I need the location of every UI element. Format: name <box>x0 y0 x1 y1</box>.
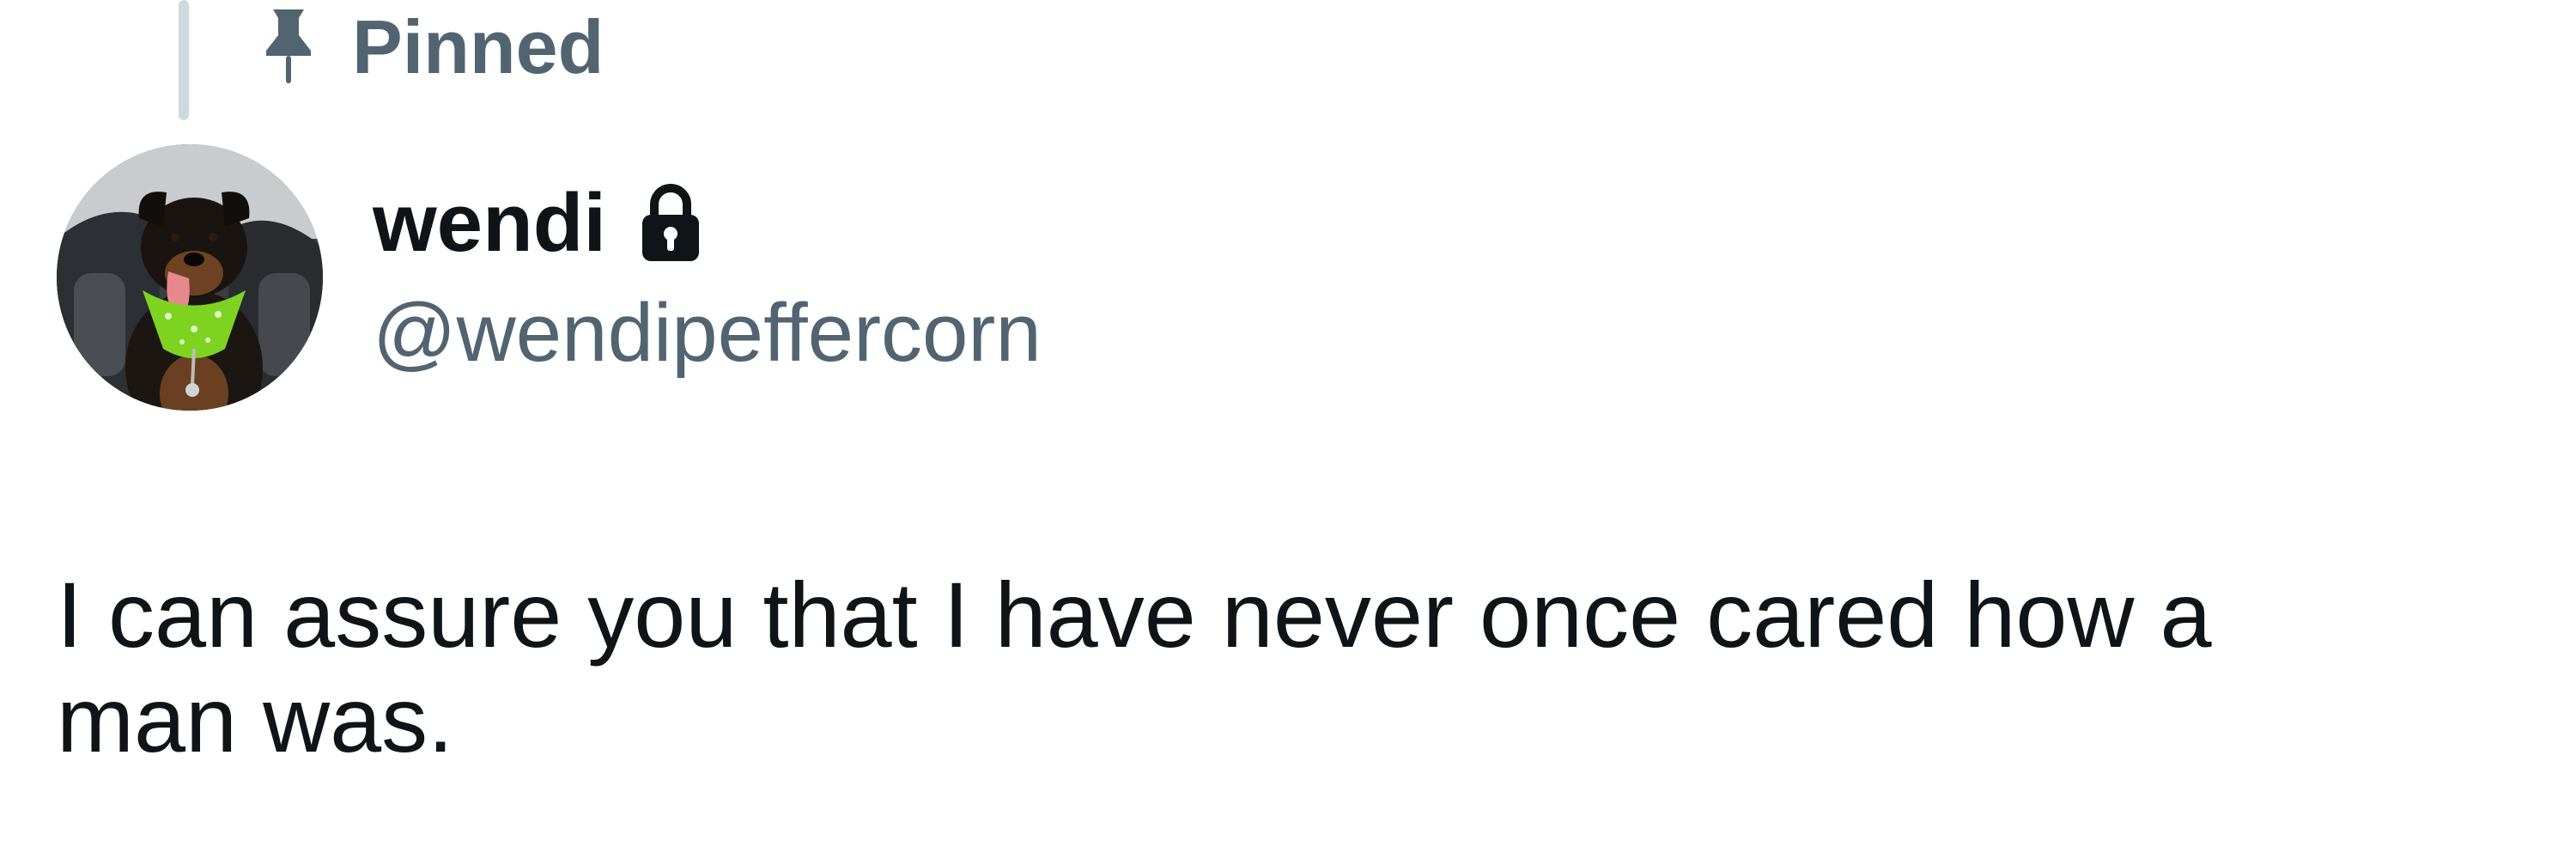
thread-connector-line <box>179 0 189 120</box>
avatar[interactable] <box>57 144 323 411</box>
tweet-card[interactable]: Pinned wendi @wendipeffercorn I can assu… <box>0 0 2576 859</box>
pinned-label: Pinned <box>352 4 605 89</box>
pin-icon <box>254 4 323 90</box>
lock-icon <box>639 182 702 265</box>
tweet-text: I can assure you that I have never once … <box>57 563 2212 771</box>
pinned-indicator: Pinned <box>254 0 604 94</box>
author-handle[interactable]: @wendipeffercorn <box>373 283 1042 382</box>
author-display-name[interactable]: wendi <box>373 182 606 265</box>
author-name-row[interactable]: wendi <box>373 172 702 275</box>
